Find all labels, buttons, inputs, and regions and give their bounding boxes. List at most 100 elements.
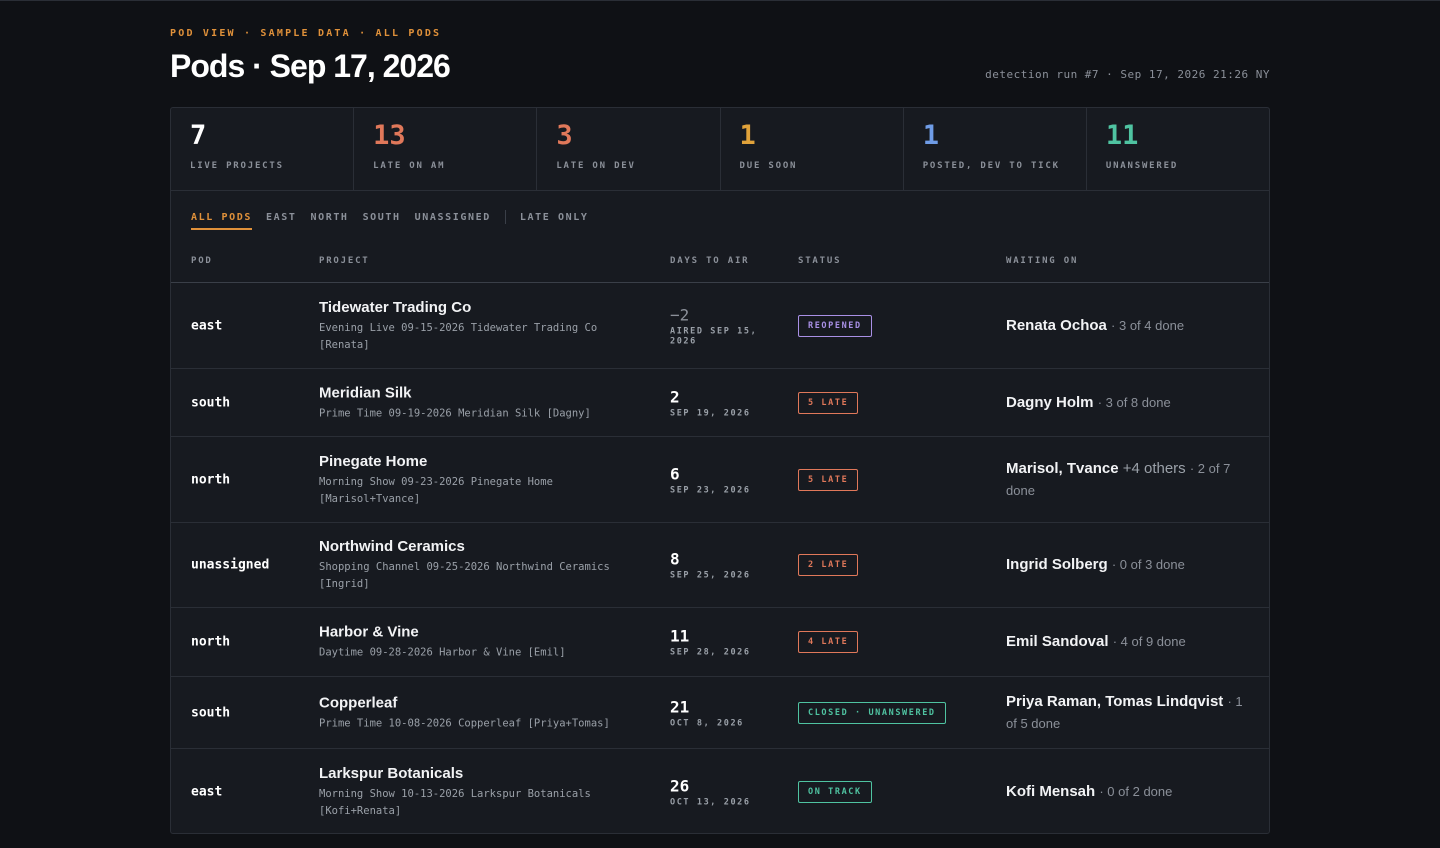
air-date: SEP 25, 2026 [670,570,751,581]
status-cell: 2 LATE [798,554,859,576]
column-header-days-to-air[interactable]: DAYS TO AIR [670,256,749,266]
waiting-on-cell: Priya Raman, Tomas Lindqvist · 1 of 5 do… [1006,691,1256,735]
project-name[interactable]: Larkspur Botanicals [319,764,649,784]
page-title: Pods · Sep 17, 2026 [170,48,451,84]
days-to-air-cell: −2 AIRED SEP 15, 2026 [670,305,780,346]
column-header-pod[interactable]: POD [191,256,213,266]
status-badge: 4 LATE [798,631,859,653]
project-name[interactable]: Meridian Silk [319,383,649,403]
status-badge: 5 LATE [798,468,859,491]
pod-name: east [191,318,223,333]
air-date: OCT 13, 2026 [670,797,751,807]
stat-label: POSTED, DEV TO TICK [922,161,1060,171]
stat-label: UNANSWERED [1105,161,1179,171]
stat-value: 11 [1105,120,1139,151]
pods-panel: 7 LIVE PROJECTS 13 LATE ON AM 3 LATE ON … [170,107,1270,834]
pod-name: south [191,705,231,720]
table-row[interactable]: south Copperleaf Prime Time 10-08-2026 C… [171,677,1269,749]
tab-north[interactable]: NORTH [310,212,348,229]
pod-name: north [191,472,231,487]
stat-value: 3 [556,120,573,151]
days-to-air-cell: 2 SEP 19, 2026 [670,387,780,418]
table-row[interactable]: north Pinegate Home Morning Show 09-23-2… [171,437,1269,523]
waiting-on-cell: Kofi Mensah · 0 of 2 done [1006,781,1256,803]
table-row[interactable]: east Larkspur Botanicals Morning Show 10… [171,749,1269,833]
days-to-air: 21 [670,697,690,716]
status-badge: 2 LATE [798,554,859,576]
air-date: OCT 8, 2026 [670,718,744,728]
stat-late-on-dev[interactable]: 3 LATE ON DEV [537,108,721,190]
project-name[interactable]: Northwind Ceramics [319,537,649,557]
status-cell: 4 LATE [798,631,859,653]
pod-name: unassigned [191,557,270,573]
days-to-air-cell: 8 SEP 25, 2026 [670,550,780,581]
days-to-air: −2 [670,305,690,324]
project-cell: Tidewater Trading Co Evening Live 09-15-… [319,298,649,354]
project-cell: Pinegate Home Morning Show 09-23-2026 Pi… [319,452,649,508]
stat-posted-dev-to-tick[interactable]: 1 POSTED, DEV TO TICK [904,108,1087,190]
waiting-on-cell: Marisol, Tvance +4 others · 2 of 7 done [1006,458,1256,502]
table-row[interactable]: east Tidewater Trading Co Evening Live 0… [171,283,1269,369]
pod-filter-tabs: ALL PODS EAST NORTH SOUTH UNASSIGNED LAT… [191,209,602,231]
waiting-on-cell: Emil Sandoval · 4 of 9 done [1006,631,1256,653]
project-description: Shopping Channel 09-25-2026 Northwind Ce… [319,561,610,590]
table-row[interactable]: north Harbor & Vine Daytime 09-28-2026 H… [171,608,1269,677]
column-header-waiting-on[interactable]: WAITING ON [1006,256,1078,266]
status-badge: REOPENED [798,314,872,337]
project-name[interactable]: Pinegate Home [319,452,649,472]
days-to-air: 6 [670,464,680,483]
table-body: east Tidewater Trading Co Evening Live 0… [171,283,1269,833]
status-badge: CLOSED · UNANSWERED [798,701,946,724]
project-cell: Larkspur Botanicals Morning Show 10-13-2… [319,764,649,820]
project-cell: Northwind Ceramics Shopping Channel 09-2… [319,537,649,593]
column-header-project[interactable]: PROJECT [319,256,370,266]
stat-due-soon[interactable]: 1 DUE SOON [721,108,904,190]
project-name[interactable]: Harbor & Vine [319,623,649,643]
stat-label: LATE ON DEV [556,161,636,171]
task-progress: · 3 of 8 done [1097,394,1171,410]
table-row[interactable]: south Meridian Silk Prime Time 09-19-202… [171,369,1269,437]
pod-name: south [191,395,231,410]
project-name[interactable]: Copperleaf [319,693,649,713]
waiting-on-cell: Dagny Holm · 3 of 8 done [1006,392,1256,414]
project-cell: Meridian Silk Prime Time 09-19-2026 Meri… [319,383,649,422]
status-cell: 5 LATE [798,391,859,414]
waiting-on-cell: Ingrid Solberg · 0 of 3 done [1006,554,1256,576]
stat-value: 1 [922,120,939,151]
pod-name: north [191,634,231,650]
waiting-on-person: Renata Ochoa [1006,316,1107,334]
days-to-air: 2 [670,387,680,406]
tab-divider [504,210,506,224]
days-to-air-cell: 11 SEP 28, 2026 [670,627,780,658]
days-to-air: 8 [670,549,680,569]
project-description: Evening Live 09-15-2026 Tidewater Tradin… [319,321,598,351]
days-to-air: 26 [670,776,690,795]
task-progress: · 0 of 2 done [1099,783,1173,799]
stat-live-projects[interactable]: 7 LIVE PROJECTS [171,108,355,190]
waiting-on-person: Kofi Mensah [1006,782,1096,800]
stat-unanswered[interactable]: 11 UNANSWERED [1087,108,1269,190]
stat-label: LIVE PROJECTS [190,161,284,171]
status-badge: 5 LATE [798,391,859,414]
tab-late-only[interactable]: LATE ONLY [520,212,589,229]
stat-value: 1 [739,120,756,151]
project-description: Daytime 09-28-2026 Harbor & Vine [Emil] [319,646,566,659]
days-to-air-cell: 21 OCT 8, 2026 [670,697,780,728]
status-badge: ON TRACK [798,780,872,803]
tab-all-pods[interactable]: ALL PODS [191,212,252,230]
column-header-status[interactable]: STATUS [798,256,841,266]
waiting-on-others[interactable]: +4 others [1123,460,1186,477]
page-eyebrow: POD VIEW · SAMPLE DATA · ALL PODS [170,28,442,39]
days-to-air: 11 [670,626,690,646]
tab-unassigned[interactable]: UNASSIGNED [415,212,491,229]
tab-east[interactable]: EAST [266,212,296,229]
project-cell: Harbor & Vine Daytime 09-28-2026 Harbor … [319,623,649,662]
waiting-on-person: Ingrid Solberg [1006,556,1108,573]
project-name[interactable]: Tidewater Trading Co [319,298,649,318]
detection-run-info: detection run #7 · Sep 17, 2026 21:26 NY [985,68,1270,81]
status-cell: 5 LATE [798,468,859,491]
tab-south[interactable]: SOUTH [363,212,401,229]
project-description: Morning Show 10-13-2026 Larkspur Botanic… [319,787,591,817]
stat-late-on-am[interactable]: 13 LATE ON AM [354,108,538,190]
table-row[interactable]: unassigned Northwind Ceramics Shopping C… [171,523,1269,608]
